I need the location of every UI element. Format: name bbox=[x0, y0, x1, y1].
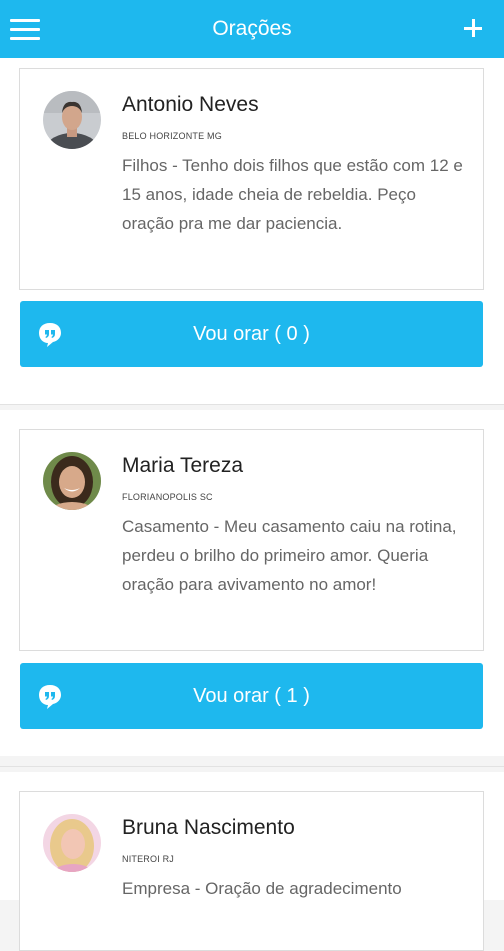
author-city: BELO HORIZONTE MG bbox=[122, 131, 222, 141]
section-divider bbox=[0, 404, 504, 405]
section-divider bbox=[0, 766, 504, 767]
prayer-request-text: Casamento - Meu casamento caiu na rotina… bbox=[122, 517, 457, 594]
pray-button-label: Vou orar ( 1 ) bbox=[193, 684, 310, 707]
avatar bbox=[43, 91, 101, 149]
avatar bbox=[43, 814, 101, 872]
prayer-request-text: Empresa - Oração de agradecimento bbox=[122, 879, 402, 898]
author-name: Bruna Nascimento bbox=[122, 816, 295, 839]
avatar bbox=[43, 452, 101, 510]
prayer-section: Antonio Neves BELO HORIZONTE MG Filhos -… bbox=[0, 58, 504, 404]
prayer-card: Maria Tereza FLORIANOPOLIS SC Casamento … bbox=[19, 429, 484, 651]
prayer-card: Bruna Nascimento NITEROI RJ Empresa - Or… bbox=[19, 791, 484, 951]
pray-button[interactable]: Vou orar ( 0 ) bbox=[20, 301, 483, 367]
prayer-card: Antonio Neves BELO HORIZONTE MG Filhos -… bbox=[19, 68, 484, 290]
author-city: NITEROI RJ bbox=[122, 854, 175, 864]
quote-bubble-icon bbox=[39, 323, 61, 347]
prayer-section: Maria Tereza FLORIANOPOLIS SC Casamento … bbox=[0, 410, 504, 756]
author-name: Maria Tereza bbox=[122, 454, 243, 477]
pray-button-label: Vou orar ( 0 ) bbox=[193, 322, 310, 345]
add-prayer-icon[interactable] bbox=[458, 13, 488, 43]
hamburger-menu-icon[interactable] bbox=[10, 17, 40, 41]
quote-bubble-icon bbox=[39, 685, 61, 709]
top-app-bar: Orações bbox=[0, 0, 504, 58]
author-name: Antonio Neves bbox=[122, 93, 259, 116]
author-city: FLORIANOPOLIS SC bbox=[122, 492, 213, 502]
page-title: Orações bbox=[212, 17, 292, 40]
pray-button[interactable]: Vou orar ( 1 ) bbox=[20, 663, 483, 729]
prayer-section: Bruna Nascimento NITEROI RJ Empresa - Or… bbox=[0, 772, 504, 951]
prayer-request-text: Filhos - Tenho dois filhos que estão com… bbox=[122, 156, 463, 233]
